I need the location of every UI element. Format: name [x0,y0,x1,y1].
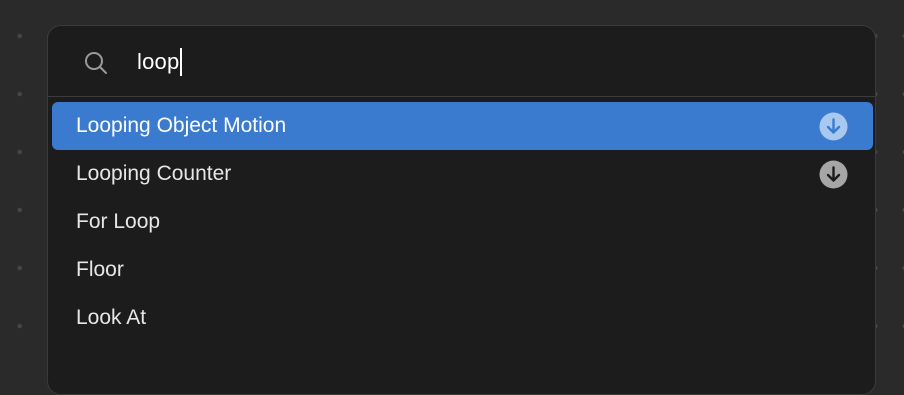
result-item-label: Looping Object Motion [76,114,287,137]
result-item-label: Looping Counter [76,162,232,185]
search-query-text: loop [137,49,180,74]
text-caret [180,48,183,76]
result-item-for-loop[interactable]: For Loop [52,198,873,246]
result-item-label: For Loop [76,210,161,233]
result-item-looping-object-motion[interactable]: Looping Object Motion [52,102,873,150]
search-icon [85,52,107,74]
search-input[interactable]: loop [137,47,183,77]
download-circle-icon[interactable] [819,160,848,189]
results-list: Looping Object Motion Looping Counter Fo… [52,102,873,342]
result-item-floor[interactable]: Floor [52,246,873,294]
result-item-looping-counter[interactable]: Looping Counter [52,150,873,198]
result-item-label: Floor [76,258,124,281]
result-item-look-at[interactable]: Look At [52,294,873,342]
result-item-label: Look At [76,306,147,329]
quick-add-popup: loop Looping Object Motion Looping Count… [47,25,876,395]
search-bar: loop [48,26,875,97]
download-circle-icon[interactable] [819,112,848,141]
